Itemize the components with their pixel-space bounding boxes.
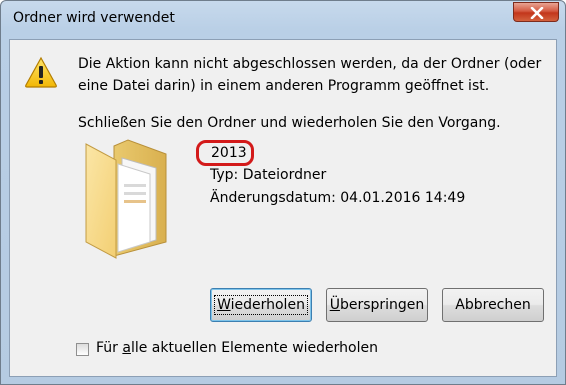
close-icon [530,7,544,19]
repeat-for-all-checkbox[interactable] [76,343,89,356]
instruction-message: Schließen Sie den Ordner und wiederholen… [78,115,501,131]
title-bar[interactable]: Ordner wird verwendet [1,1,565,35]
close-button[interactable] [513,2,559,22]
dialog-content: Die Aktion kann nicht abgeschlossen werd… [9,39,557,377]
warning-icon [25,56,57,88]
retry-label: iederholen [230,297,305,313]
checkbox-label-end: lle aktuellen Elemente wiederholen [130,340,378,356]
folder-icon [85,139,167,259]
folder-type: Typ: Dateiordner [210,167,327,183]
skip-button[interactable]: Überspringen [326,288,428,322]
window-title: Ordner wird verwendet [13,10,175,26]
checkbox-accelerator: a [122,340,131,356]
retry-accelerator: W [217,297,231,313]
retry-button[interactable]: Wiederholen [210,288,312,322]
error-message: Die Aktion kann nicht abgeschlossen werd… [78,56,542,94]
repeat-for-all-label[interactable]: Für alle aktuellen Elemente wiederholen [96,340,378,356]
retry-focus-ring: Wiederholen [214,295,308,315]
folder-name: 2013 [211,145,247,161]
skip-label: berspringen [339,297,425,313]
dialog-window: Ordner wird verwendet Die Aktion kann ni… [0,0,566,385]
cancel-button[interactable]: Abbrechen [442,288,544,322]
folder-name-highlight: 2013 [196,140,254,166]
skip-accelerator: Ü [329,297,340,313]
checkbox-label-start: Für [96,340,123,356]
folder-modified-date: Änderungsdatum: 04.01.2016 14:49 [210,190,466,206]
